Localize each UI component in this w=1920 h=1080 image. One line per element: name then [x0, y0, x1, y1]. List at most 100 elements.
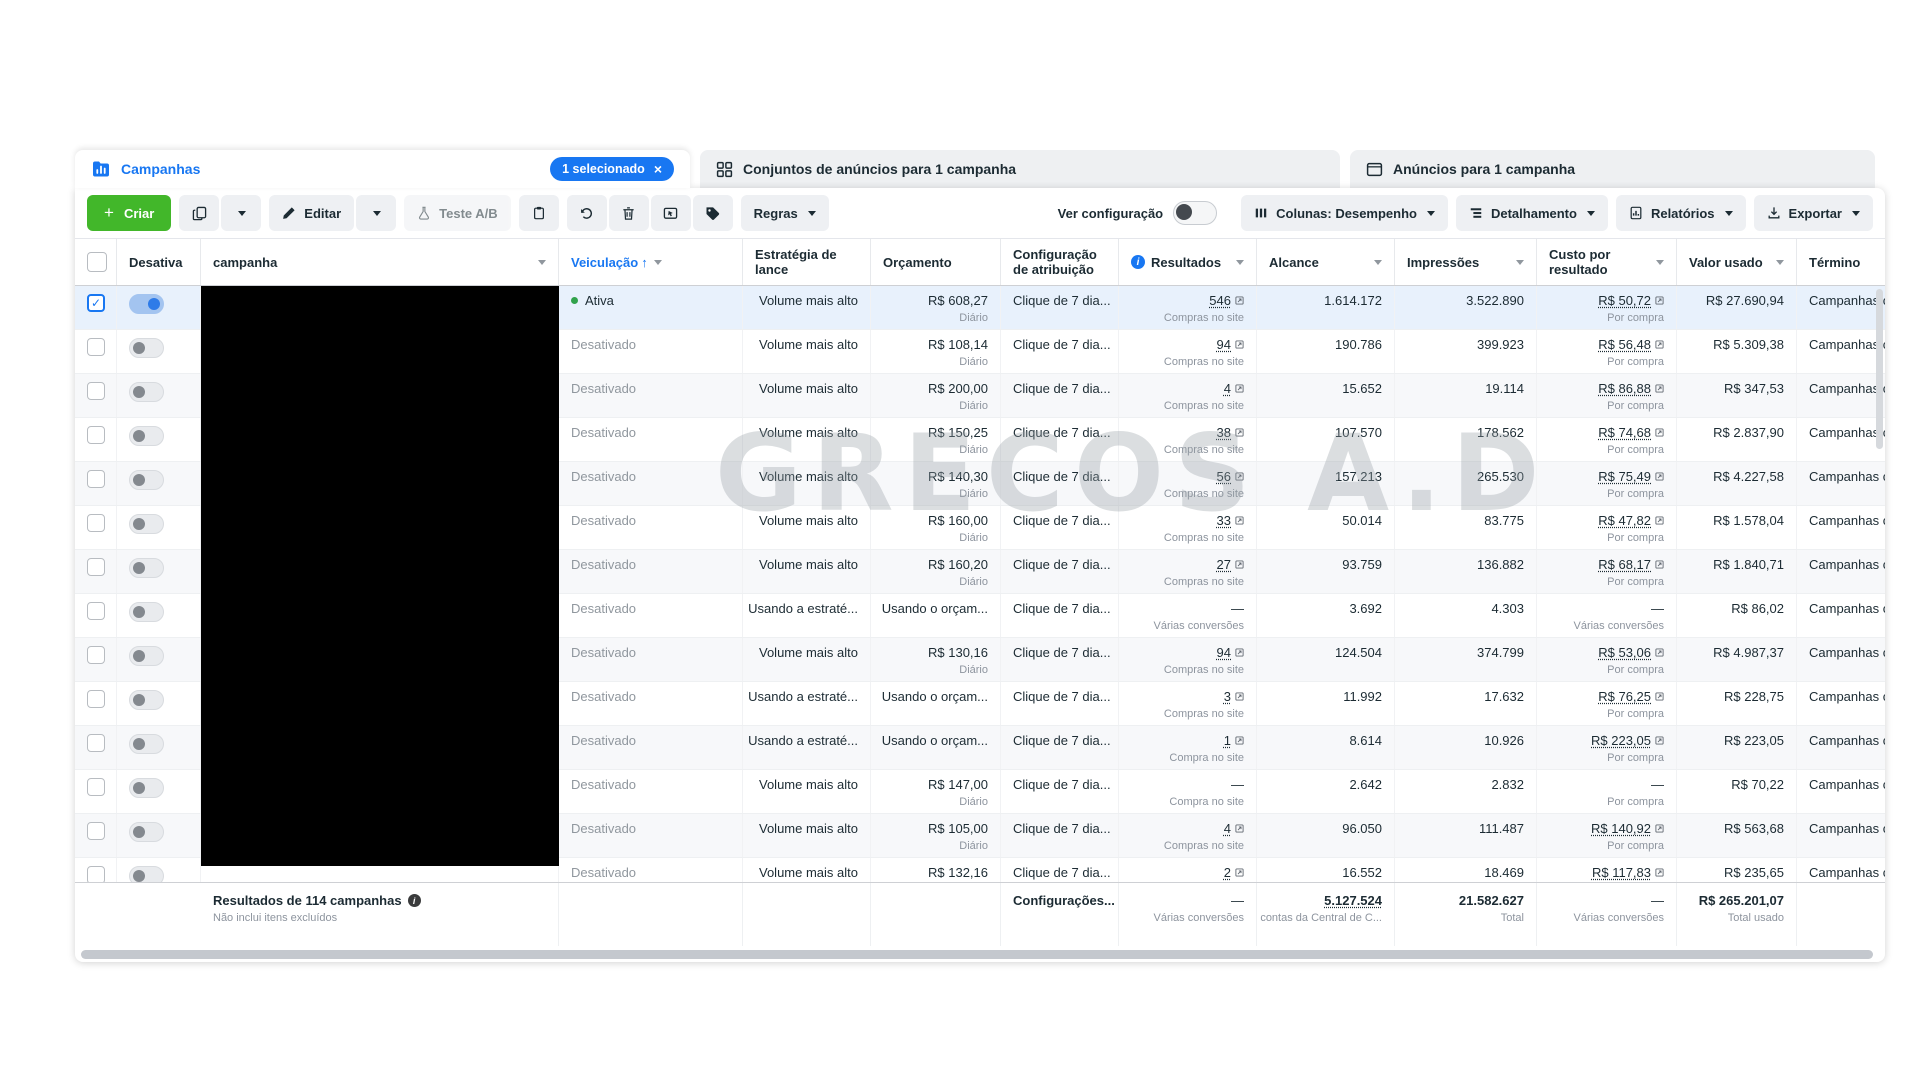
- row-checkbox[interactable]: [87, 426, 105, 444]
- tab-ads[interactable]: Anúncios para 1 campanha: [1350, 150, 1875, 188]
- export-button[interactable]: Exportar: [1753, 195, 1873, 231]
- row-checkbox[interactable]: [87, 866, 105, 882]
- column-header[interactable]: i Término ↑: [1797, 239, 1885, 285]
- reach-total-value[interactable]: 5.127.524: [1324, 893, 1382, 908]
- see-breakdown-icon[interactable]: [1655, 692, 1664, 701]
- tags-button[interactable]: [692, 195, 733, 231]
- row-checkbox[interactable]: [87, 470, 105, 488]
- campaign-status-toggle[interactable]: [129, 514, 164, 534]
- duplicate-menu-button[interactable]: [221, 195, 262, 231]
- results-value[interactable]: 2: [1224, 865, 1231, 880]
- see-breakdown-icon[interactable]: [1655, 472, 1664, 481]
- see-breakdown-icon[interactable]: [1235, 384, 1244, 393]
- column-header[interactable]: i Veiculação ↑: [559, 239, 743, 285]
- row-checkbox[interactable]: [87, 646, 105, 664]
- clear-selection-icon[interactable]: ×: [654, 162, 662, 176]
- cost-value[interactable]: R$ 74,68: [1598, 425, 1651, 440]
- ab-test-button[interactable]: Teste A/B: [404, 195, 511, 231]
- column-header[interactable]: i Configuração de atribuição ↑: [1001, 239, 1119, 285]
- preview-button[interactable]: [650, 195, 691, 231]
- view-setup-toggle[interactable]: [1173, 201, 1218, 225]
- reports-button[interactable]: Relatórios: [1615, 195, 1746, 231]
- cost-value[interactable]: R$ 223,05: [1591, 733, 1651, 748]
- results-value[interactable]: 94: [1217, 645, 1231, 660]
- results-value[interactable]: 1: [1224, 733, 1231, 748]
- column-menu-caret-icon[interactable]: [1656, 259, 1664, 265]
- see-breakdown-icon[interactable]: [1235, 296, 1244, 305]
- tab-adsets[interactable]: Conjuntos de anúncios para 1 campanha: [700, 150, 1340, 188]
- campaign-status-toggle[interactable]: [129, 602, 164, 622]
- columns-button[interactable]: Colunas: Desempenho: [1241, 195, 1448, 231]
- campaign-status-toggle[interactable]: [129, 558, 164, 578]
- info-icon[interactable]: i: [1131, 255, 1145, 269]
- column-header[interactable]: i Desativa ↑: [117, 239, 201, 285]
- column-header[interactable]: i Custo por resultado ↑: [1537, 239, 1677, 285]
- see-breakdown-icon[interactable]: [1655, 824, 1664, 833]
- create-button[interactable]: + Criar: [87, 195, 172, 231]
- see-breakdown-icon[interactable]: [1235, 428, 1244, 437]
- column-header[interactable]: i ↑: [75, 239, 117, 285]
- see-breakdown-icon[interactable]: [1235, 472, 1244, 481]
- results-value[interactable]: 3: [1224, 689, 1231, 704]
- see-breakdown-icon[interactable]: [1235, 868, 1244, 877]
- see-breakdown-icon[interactable]: [1655, 384, 1664, 393]
- info-icon[interactable]: i: [407, 894, 421, 907]
- tab-campaigns[interactable]: Campanhas 1 selecionado ×: [75, 150, 690, 188]
- campaign-status-toggle[interactable]: [129, 426, 164, 446]
- footer-attribution[interactable]: Configurações...: [1001, 883, 1119, 946]
- paste-button[interactable]: [518, 195, 559, 231]
- row-checkbox[interactable]: [87, 514, 105, 532]
- column-menu-caret-icon[interactable]: [1374, 259, 1382, 265]
- see-breakdown-icon[interactable]: [1655, 868, 1664, 877]
- see-breakdown-icon[interactable]: [1655, 428, 1664, 437]
- see-breakdown-icon[interactable]: [1235, 340, 1244, 349]
- results-value[interactable]: 38: [1217, 425, 1231, 440]
- see-breakdown-icon[interactable]: [1235, 516, 1244, 525]
- row-checkbox[interactable]: [87, 734, 105, 752]
- campaign-status-toggle[interactable]: [129, 866, 164, 882]
- horizontal-scrollbar[interactable]: [81, 949, 1873, 959]
- duplicate-button[interactable]: [179, 195, 220, 231]
- column-menu-caret-icon[interactable]: [653, 259, 662, 265]
- column-header[interactable]: i campanha ↑: [201, 239, 559, 285]
- results-value[interactable]: 94: [1217, 337, 1231, 352]
- cost-value[interactable]: R$ 56,48: [1598, 337, 1651, 352]
- column-header[interactable]: i Orçamento ↑: [871, 239, 1001, 285]
- results-value[interactable]: 546: [1209, 293, 1231, 308]
- column-menu-caret-icon[interactable]: [1236, 259, 1244, 265]
- cost-value[interactable]: R$ 68,17: [1598, 557, 1651, 572]
- campaign-status-toggle[interactable]: [129, 646, 164, 666]
- edit-menu-button[interactable]: [356, 195, 397, 231]
- vertical-scrollbar[interactable]: [1876, 289, 1883, 449]
- results-value[interactable]: —: [1231, 601, 1244, 616]
- cost-value[interactable]: R$ 86,88: [1598, 381, 1651, 396]
- results-value[interactable]: 33: [1217, 513, 1231, 528]
- column-header[interactable]: i Alcance ↑: [1257, 239, 1395, 285]
- see-breakdown-icon[interactable]: [1235, 692, 1244, 701]
- see-breakdown-icon[interactable]: [1235, 736, 1244, 745]
- cost-value[interactable]: R$ 47,82: [1598, 513, 1651, 528]
- campaign-status-toggle[interactable]: [129, 294, 164, 314]
- results-value[interactable]: 27: [1217, 557, 1231, 572]
- column-menu-caret-icon[interactable]: [1516, 259, 1524, 265]
- row-checkbox[interactable]: [87, 382, 105, 400]
- results-value[interactable]: —: [1231, 777, 1244, 792]
- see-breakdown-icon[interactable]: [1655, 736, 1664, 745]
- column-menu-caret-icon[interactable]: [538, 259, 546, 265]
- cost-value[interactable]: —: [1651, 777, 1664, 792]
- column-header[interactable]: i Estratégia de lance ↑: [743, 239, 871, 285]
- row-checkbox[interactable]: [87, 822, 105, 840]
- column-header[interactable]: i Valor usado ↑: [1677, 239, 1797, 285]
- cost-value[interactable]: —: [1651, 601, 1664, 616]
- campaign-status-toggle[interactable]: [129, 338, 164, 358]
- delete-button[interactable]: [608, 195, 649, 231]
- campaign-status-toggle[interactable]: [129, 470, 164, 490]
- see-breakdown-icon[interactable]: [1235, 648, 1244, 657]
- cost-value[interactable]: R$ 53,06: [1598, 645, 1651, 660]
- column-header[interactable]: i Impressões ↑: [1395, 239, 1537, 285]
- campaign-status-toggle[interactable]: [129, 382, 164, 402]
- row-checkbox[interactable]: [87, 690, 105, 708]
- column-header[interactable]: i Resultados ↑: [1119, 239, 1257, 285]
- cost-value[interactable]: R$ 75,49: [1598, 469, 1651, 484]
- column-menu-caret-icon[interactable]: [1776, 259, 1784, 265]
